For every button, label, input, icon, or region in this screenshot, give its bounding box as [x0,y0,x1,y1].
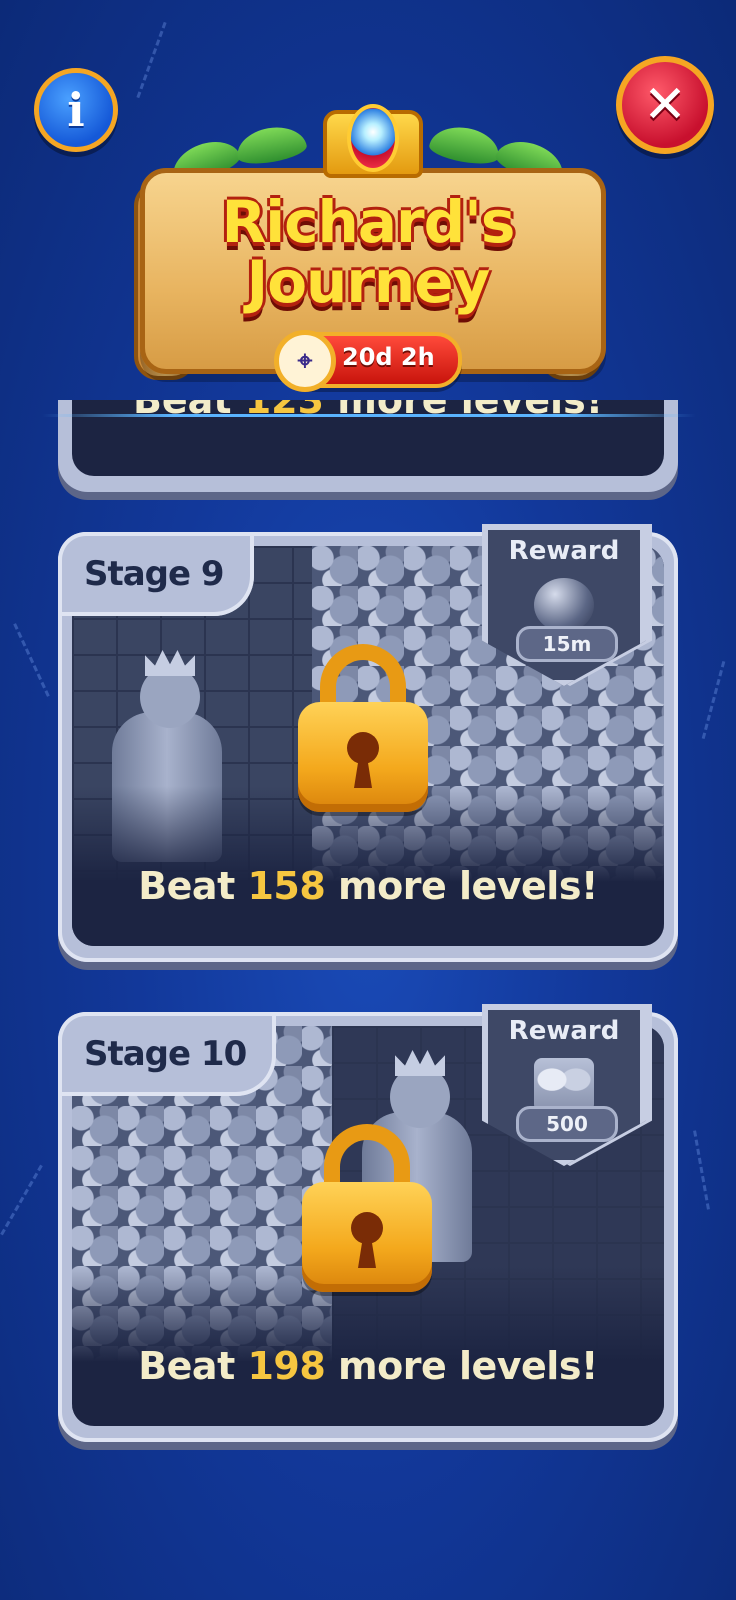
compass-icon: ⌖ [274,330,336,392]
info-button[interactable]: i [34,68,118,152]
background-decoration [701,660,726,740]
stage-card[interactable]: Beat 158 more levels! Stage 9 Reward 15m [58,524,678,962]
event-timer: ⌖ 20d 2h [274,330,462,392]
stage-card[interactable]: Beat 198 more levels! Stage 10 Reward 50… [58,1004,678,1442]
close-icon: ✕ [643,75,687,135]
header-divider [42,414,696,417]
beat-prefix: Beat [132,400,245,422]
gem-icon [347,104,399,172]
beat-count: 198 [247,1344,326,1388]
background-decoration [13,623,50,697]
event-title: Richard's Journey [170,192,566,312]
beat-levels-text: Beat 198 more levels! [72,1344,664,1388]
beat-count: 123 [244,400,325,422]
bomb-booster-icon [534,578,594,632]
background-decoration [136,21,167,99]
background-decoration [693,1130,710,1210]
beat-suffix: more levels! [324,400,604,422]
timer-text: 20d 2h [342,343,435,371]
background-decoration [0,1164,43,1236]
stage-label: Stage 9 [84,554,225,594]
event-title-banner: Richard's Journey ⌖ 20d 2h [134,104,606,392]
beat-suffix: more levels! [325,1344,598,1388]
reward-title: Reward [508,536,620,566]
reward-value: 500 [516,1106,618,1142]
beat-count: 158 [247,864,326,908]
title-line-1: Richard's [221,188,516,256]
beat-prefix: Beat [138,1344,248,1388]
stage-label: Stage 10 [84,1034,247,1074]
coins-icon [534,1058,594,1112]
title-line-2: Journey [246,248,491,316]
reward-value: 15m [516,626,618,662]
stage-label-tab: Stage 9 [58,532,254,616]
stage-label-tab: Stage 10 [58,1012,277,1096]
lock-icon [298,644,428,812]
reward-title: Reward [508,1016,620,1046]
beat-suffix: more levels! [325,864,598,908]
leaf-decoration [427,122,503,168]
info-icon: i [67,83,85,137]
close-button[interactable]: ✕ [616,56,714,154]
beat-levels-text: Beat 158 more levels! [72,864,664,908]
beat-prefix: Beat [138,864,248,908]
lock-icon [302,1124,432,1292]
leaf-decoration [233,122,309,168]
beat-levels-text: Beat 123 more levels! [72,400,664,422]
